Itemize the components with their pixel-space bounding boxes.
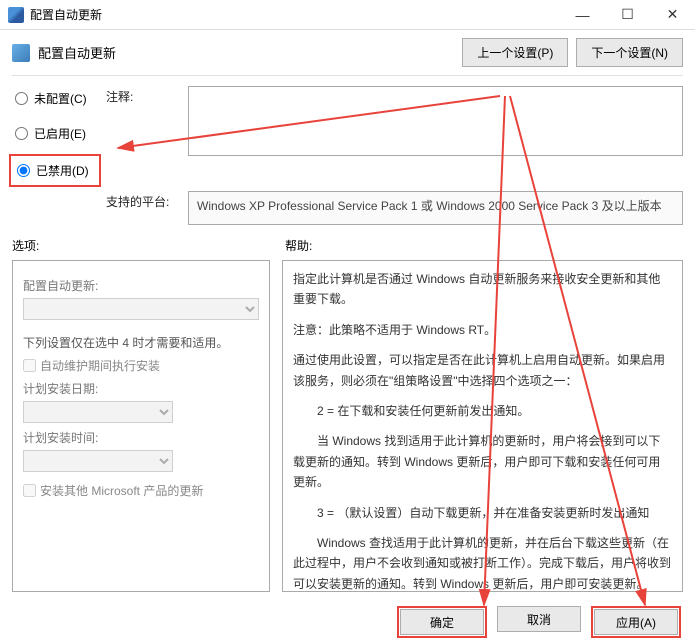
auto-maint-checkbox[interactable] — [23, 359, 36, 372]
options-title: 配置自动更新: — [23, 277, 259, 294]
auto-maint-label: 自动维护期间执行安装 — [40, 357, 160, 374]
app-icon — [8, 7, 24, 23]
panel-headers: 选项: 帮助: — [0, 229, 695, 256]
help-text-2: 注意：此策略不适用于 Windows RT。 — [293, 320, 672, 340]
maximize-button[interactable]: ☐ — [605, 0, 650, 30]
prev-setting-button[interactable]: 上一个设置(P) — [462, 38, 568, 67]
help-text-3: 通过使用此设置，可以指定是否在此计算机上启用自动更新。如果启用该服务，则必须在"… — [293, 350, 672, 391]
apply-highlight: 应用(A) — [591, 606, 681, 638]
help-header: 帮助: — [285, 237, 683, 254]
config-auto-update-dropdown[interactable] — [23, 298, 259, 320]
radio-group: 未配置(C) 已启用(E) 已禁用(D) — [12, 86, 98, 183]
other-ms-checkbox-row[interactable]: 安装其他 Microsoft 产品的更新 — [23, 482, 259, 499]
apply-button[interactable]: 应用(A) — [594, 609, 678, 635]
radio-enabled-input[interactable] — [15, 127, 28, 140]
other-ms-checkbox[interactable] — [23, 484, 36, 497]
radio-enabled[interactable]: 已启用(E) — [12, 123, 98, 144]
setting-icon — [12, 44, 30, 62]
help-text-4: 2 = 在下载和安装任何更新前发出通知。 — [293, 401, 672, 421]
options-note: 下列设置仅在选中 4 时才需要和适用。 — [23, 334, 259, 351]
radio-not-configured[interactable]: 未配置(C) — [12, 88, 98, 109]
dialog-buttons: 确定 取消 应用(A) — [0, 596, 695, 642]
plan-time-dropdown[interactable] — [23, 450, 173, 472]
setting-title: 配置自动更新 — [38, 43, 454, 62]
other-ms-label: 安装其他 Microsoft 产品的更新 — [40, 482, 203, 499]
panels-row: 配置自动更新: 下列设置仅在选中 4 时才需要和适用。 自动维护期间执行安装 计… — [0, 256, 695, 596]
radio-not-configured-label: 未配置(C) — [34, 90, 87, 107]
separator — [12, 75, 683, 76]
help-text-1: 指定此计算机是否通过 Windows 自动更新服务来接收安全更新和其他重要下载。 — [293, 269, 672, 310]
comment-label: 注释: — [106, 86, 180, 105]
window-title: 配置自动更新 — [30, 6, 560, 23]
radio-enabled-label: 已启用(E) — [34, 125, 86, 142]
options-header: 选项: — [12, 237, 267, 254]
config-top-row: 未配置(C) 已启用(E) 已禁用(D) 注释: — [0, 82, 695, 187]
plan-time-label: 计划安装时间: — [23, 429, 259, 446]
next-setting-button[interactable]: 下一个设置(N) — [576, 38, 683, 67]
help-text-5: 当 Windows 找到适用于此计算机的更新时，用户将会接到可以下载更新的通知。… — [293, 431, 672, 492]
radio-disabled-label: 已禁用(D) — [36, 162, 89, 179]
radio-not-configured-input[interactable] — [15, 92, 28, 105]
minimize-button[interactable]: — — [560, 0, 605, 30]
help-panel[interactable]: 指定此计算机是否通过 Windows 自动更新服务来接收安全更新和其他重要下载。… — [282, 260, 683, 592]
options-panel: 配置自动更新: 下列设置仅在选中 4 时才需要和适用。 自动维护期间执行安装 计… — [12, 260, 270, 592]
help-text-7: Windows 查找适用于此计算机的更新，并在后台下载这些更新（在此过程中，用户… — [293, 533, 672, 592]
plan-date-label: 计划安装日期: — [23, 380, 259, 397]
radio-disabled[interactable]: 已禁用(D) — [14, 160, 96, 181]
plan-date-dropdown[interactable] — [23, 401, 173, 423]
cancel-button[interactable]: 取消 — [497, 606, 581, 632]
comment-textarea[interactable] — [188, 86, 683, 156]
close-button[interactable]: ✕ — [650, 0, 695, 30]
radio-disabled-input[interactable] — [17, 164, 30, 177]
header-row: 配置自动更新 上一个设置(P) 下一个设置(N) — [0, 30, 695, 75]
ok-highlight: 确定 — [397, 606, 487, 638]
platform-row: 支持的平台: Windows XP Professional Service P… — [0, 187, 695, 229]
ok-button[interactable]: 确定 — [400, 609, 484, 635]
platform-label: 支持的平台: — [106, 191, 180, 210]
window-titlebar: 配置自动更新 — ☐ ✕ — [0, 0, 695, 30]
radio-disabled-highlight: 已禁用(D) — [9, 154, 101, 187]
window-controls: — ☐ ✕ — [560, 0, 695, 30]
help-text-6: 3 = （默认设置）自动下载更新，并在准备安装更新时发出通知 — [293, 503, 672, 523]
platform-box: Windows XP Professional Service Pack 1 或… — [188, 191, 683, 225]
auto-maint-checkbox-row[interactable]: 自动维护期间执行安装 — [23, 357, 259, 374]
